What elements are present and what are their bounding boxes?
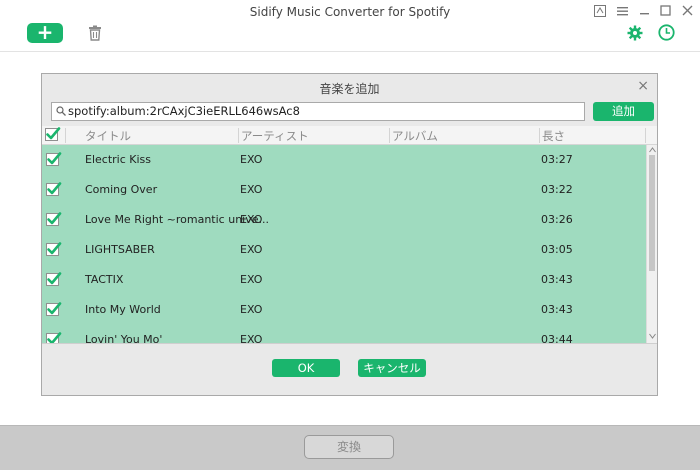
checkbox-checked-icon — [47, 182, 62, 195]
track-length: 03:43 — [541, 273, 573, 286]
track-length: 03:26 — [541, 213, 573, 226]
column-header-artist[interactable]: アーティスト — [241, 128, 309, 144]
table-header: タイトル アーティスト アルバム 長さ — [42, 126, 657, 145]
track-title: Lovin' You Mo' — [85, 333, 163, 343]
track-length: 03:22 — [541, 183, 573, 196]
title-bar: Sidify Music Converter for Spotify + — [0, 0, 700, 52]
clock-icon[interactable] — [658, 24, 675, 41]
track-artist: EXO — [240, 213, 263, 226]
column-separator — [65, 128, 66, 143]
track-artist: EXO — [240, 243, 263, 256]
column-header-length[interactable]: 長さ — [542, 128, 565, 144]
ok-button[interactable]: OK — [272, 359, 340, 377]
gear-icon[interactable] — [627, 25, 643, 41]
table-row[interactable]: Love Me Right ~romantic unive... EXO 03:… — [42, 205, 645, 235]
column-separator — [238, 128, 239, 143]
menu-icon[interactable] — [617, 6, 628, 16]
cancel-button[interactable]: キャンセル — [358, 359, 426, 377]
search-icon — [56, 106, 66, 116]
track-list-scrollbar[interactable] — [646, 145, 657, 343]
scroll-up-icon[interactable] — [649, 147, 656, 153]
checkbox-checked-icon — [47, 152, 62, 165]
url-input-value: spotify:album:2rCAxjC3ieERLL646wsAc8 — [68, 104, 300, 118]
table-row[interactable]: LIGHTSABER EXO 03:05 — [42, 235, 645, 265]
track-length: 03:27 — [541, 153, 573, 166]
checkbox-checked-icon — [46, 127, 61, 140]
track-length: 03:44 — [541, 333, 573, 343]
window-close-icon[interactable] — [682, 5, 693, 16]
checkbox-checked-icon — [47, 302, 62, 315]
checkbox-checked-icon — [47, 212, 62, 225]
track-checkbox[interactable] — [46, 302, 62, 316]
dialog-footer: OK キャンセル — [42, 343, 657, 395]
track-checkbox[interactable] — [46, 272, 62, 286]
minimize-icon[interactable] — [639, 6, 650, 16]
track-list: Electric Kiss EXO 03:27 Coming Over EXO … — [42, 145, 657, 343]
track-title: Electric Kiss — [85, 153, 151, 166]
track-artist: EXO — [240, 303, 263, 316]
table-row[interactable]: Lovin' You Mo' EXO 03:44 — [42, 325, 645, 343]
checkbox-checked-icon — [47, 332, 62, 343]
column-separator — [645, 128, 646, 143]
track-checkbox[interactable] — [46, 152, 62, 166]
convert-button[interactable]: 変換 — [304, 435, 394, 459]
scroll-down-icon[interactable] — [649, 333, 656, 339]
select-all-checkbox[interactable] — [45, 127, 61, 141]
column-separator — [389, 128, 390, 143]
track-title: TACTIX — [85, 273, 124, 286]
checkbox-checked-icon — [47, 242, 62, 255]
feedback-icon[interactable] — [594, 5, 606, 17]
track-length: 03:05 — [541, 243, 573, 256]
column-separator — [539, 128, 540, 143]
trash-icon[interactable] — [88, 25, 102, 41]
column-header-album[interactable]: アルバム — [392, 128, 438, 144]
table-row[interactable]: TACTIX EXO 03:43 — [42, 265, 645, 295]
table-row[interactable]: Electric Kiss EXO 03:27 — [42, 145, 645, 175]
track-title: Into My World — [85, 303, 161, 316]
track-artist: EXO — [240, 153, 263, 166]
bottom-bar: 変換 — [0, 425, 700, 470]
track-artist: EXO — [240, 333, 263, 343]
track-artist: EXO — [240, 183, 263, 196]
column-header-title[interactable]: タイトル — [85, 128, 131, 144]
track-checkbox[interactable] — [46, 332, 62, 343]
table-row[interactable]: Into My World EXO 03:43 — [42, 295, 645, 325]
track-checkbox[interactable] — [46, 242, 62, 256]
table-row[interactable]: Coming Over EXO 03:22 — [42, 175, 645, 205]
add-url-button[interactable]: 追加 — [593, 102, 654, 121]
track-title: Coming Over — [85, 183, 158, 196]
add-music-dialog: 音楽を追加 × spotify:album:2rCAxjC3ieERLL646w… — [41, 73, 658, 396]
track-length: 03:43 — [541, 303, 573, 316]
add-music-button[interactable]: + — [27, 22, 63, 43]
track-checkbox[interactable] — [46, 182, 62, 196]
url-input[interactable]: spotify:album:2rCAxjC3ieERLL646wsAc8 — [51, 102, 585, 121]
scrollbar-thumb[interactable] — [649, 155, 655, 271]
dialog-title: 音楽を追加 — [319, 82, 380, 96]
maximize-icon[interactable] — [660, 5, 671, 16]
close-icon[interactable]: × — [637, 78, 649, 94]
track-title: LIGHTSABER — [85, 243, 155, 256]
track-checkbox[interactable] — [46, 212, 62, 226]
checkbox-checked-icon — [47, 272, 62, 285]
track-artist: EXO — [240, 273, 263, 286]
